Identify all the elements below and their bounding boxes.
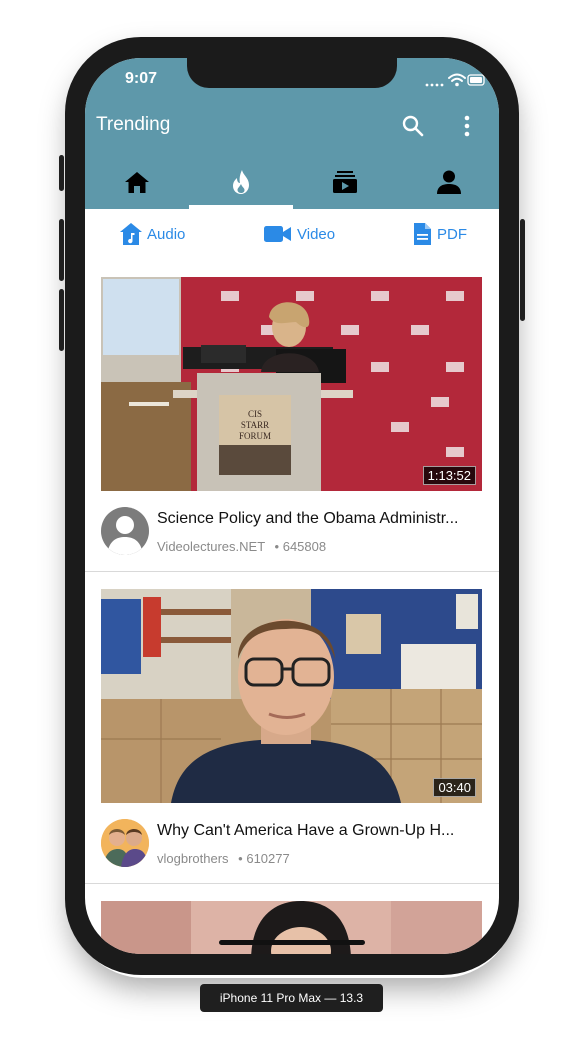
divider	[85, 883, 499, 884]
third-thumbnail-image	[101, 901, 482, 954]
power-button	[520, 219, 525, 321]
video-title[interactable]: Science Policy and the Obama Administr..…	[157, 510, 487, 528]
mute-switch	[59, 155, 64, 191]
home-indicator[interactable]	[219, 940, 365, 945]
video-title[interactable]: Why Can't America Have a Grown-Up H...	[157, 822, 487, 840]
page-title: Trending	[96, 114, 171, 135]
more-vert-icon[interactable]	[454, 113, 480, 139]
video-card[interactable]	[85, 901, 499, 954]
channel-name[interactable]: vlogbrothers	[157, 851, 229, 866]
subscriptions-icon	[333, 171, 357, 193]
channel-avatar[interactable]	[101, 819, 149, 867]
filter-video[interactable]: Video	[263, 222, 335, 246]
default-avatar-icon	[101, 507, 149, 555]
battery-icon	[467, 74, 485, 86]
active-tab-indicator	[189, 205, 293, 209]
svg-text:FORUM: FORUM	[239, 431, 271, 441]
divider	[85, 571, 499, 572]
filter-audio-label: Audio	[147, 225, 186, 243]
view-count: • 610277	[238, 851, 290, 866]
search-icon[interactable]	[400, 113, 426, 139]
tab-home[interactable]	[85, 158, 189, 206]
fire-icon	[233, 170, 249, 194]
video-meta: Videolectures.NET • 645808	[157, 539, 326, 554]
video-thumbnail[interactable]: CIS STARR FORUM 1:13:52	[101, 277, 482, 491]
vlog-thumbnail-image	[101, 589, 482, 803]
filter-pdf[interactable]: PDF	[411, 222, 467, 246]
lecture-thumbnail-image: CIS STARR FORUM	[101, 277, 482, 491]
status-icons	[425, 73, 485, 87]
notch	[187, 58, 397, 88]
wifi-icon	[448, 73, 466, 82]
document-icon	[414, 223, 431, 245]
video-thumbnail[interactable]	[101, 901, 482, 954]
filter-audio[interactable]: Audio	[119, 222, 185, 246]
vlogbrothers-avatar-image	[101, 819, 149, 867]
tab-trending[interactable]	[189, 158, 293, 206]
home-icon	[125, 172, 149, 193]
video-meta: vlogbrothers • 610277	[157, 851, 290, 866]
volume-down-button	[59, 289, 64, 351]
svg-text:CIS: CIS	[248, 409, 262, 419]
status-time: 9:07	[125, 70, 158, 87]
signal-icon	[425, 83, 444, 87]
tab-account[interactable]	[397, 158, 499, 206]
video-duration: 1:13:52	[422, 466, 476, 485]
audio-file-icon	[120, 223, 142, 245]
channel-name[interactable]: Videolectures.NET	[157, 539, 265, 554]
phone-screen: 9:07 Trending Audio Video PDF CIS STARR …	[85, 58, 499, 954]
svg-text:STARR: STARR	[241, 420, 269, 430]
device-label: iPhone 11 Pro Max — 13.3	[200, 984, 383, 1012]
volume-up-button	[59, 219, 64, 281]
videocam-icon	[264, 226, 291, 242]
video-duration: 03:40	[433, 778, 476, 797]
filter-video-label: Video	[297, 225, 336, 243]
filter-pdf-label: PDF	[437, 225, 467, 243]
video-card[interactable]: 03:40 Why Can't America Have a Grown-Up …	[85, 589, 499, 884]
view-count: • 645808	[274, 539, 327, 554]
channel-avatar[interactable]	[101, 507, 149, 555]
person-icon	[437, 170, 461, 194]
video-thumbnail[interactable]: 03:40	[101, 589, 482, 803]
video-card[interactable]: CIS STARR FORUM 1:13:52 Science Policy a…	[85, 277, 499, 572]
tab-subscriptions[interactable]	[293, 158, 397, 206]
